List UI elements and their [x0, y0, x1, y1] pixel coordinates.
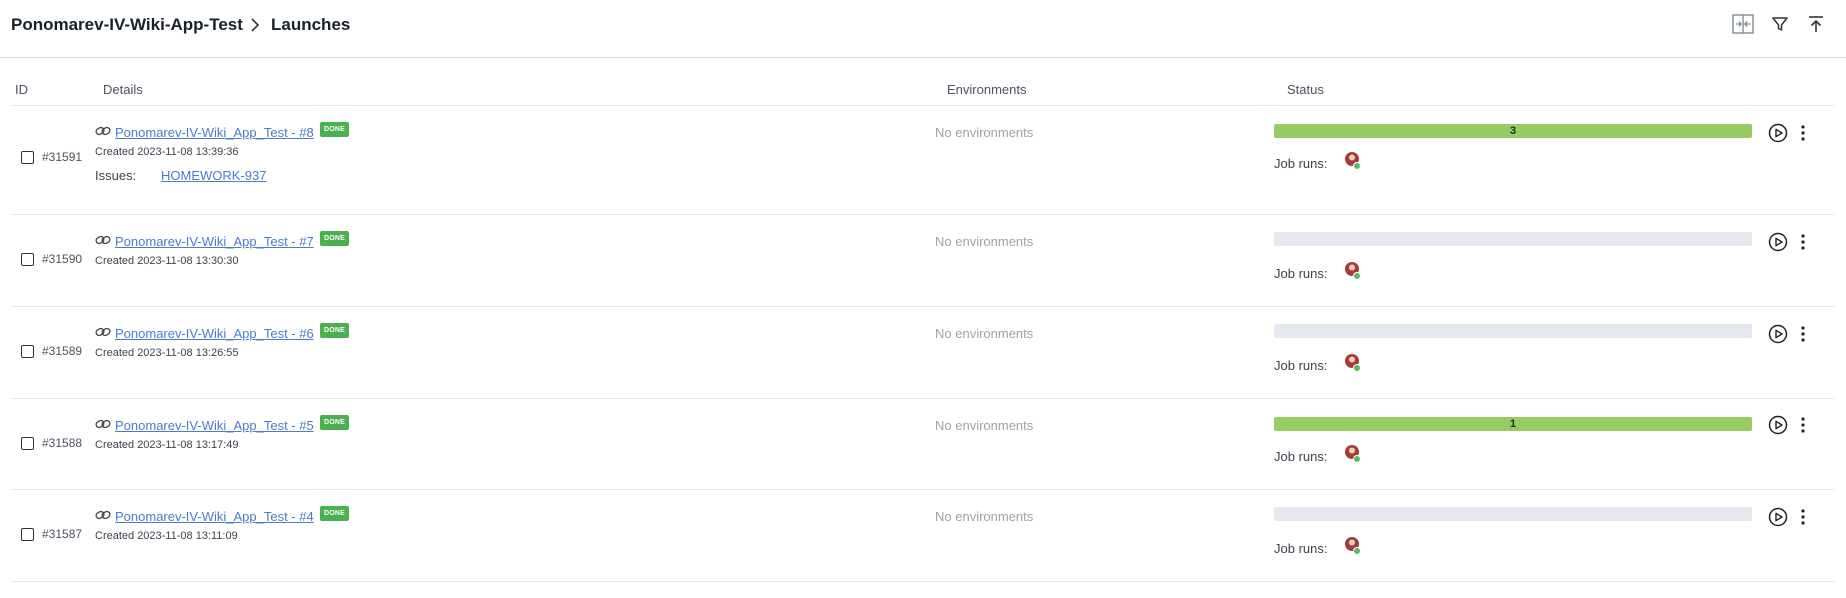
launch-id: #31590: [42, 252, 83, 266]
breadcrumb-project[interactable]: Ponomarev-IV-Wiki-App-Test: [11, 15, 243, 35]
link-icon: [95, 417, 111, 435]
launch-link[interactable]: Ponomarev-IV-Wiki_App_Test - #6: [115, 326, 314, 341]
status-badge: DONE: [320, 415, 350, 430]
more-options-icon[interactable]: [1798, 415, 1808, 435]
status-badge: DONE: [320, 323, 350, 338]
launch-id: #31591: [42, 150, 83, 164]
environments-value: No environments: [935, 125, 1034, 140]
launch-link[interactable]: Ponomarev-IV-Wiki_App_Test - #5: [115, 418, 314, 433]
progress-bar-fill: 3: [1274, 124, 1752, 138]
row-checkbox[interactable]: [21, 528, 34, 541]
progress-bar: [1274, 232, 1752, 246]
environments-value: No environments: [935, 326, 1034, 341]
created-timestamp: Created 2023-11-08 13:30:30: [95, 255, 239, 267]
launch-link[interactable]: Ponomarev-IV-Wiki_App_Test - #7: [115, 234, 314, 249]
job-run-avatar[interactable]: [1344, 444, 1362, 464]
table-row: #31591 Ponomarev-IV-Wiki_App_Test - #8 D…: [11, 106, 1835, 215]
column-header-details: Details: [103, 82, 143, 97]
launch-link[interactable]: Ponomarev-IV-Wiki_App_Test - #8: [115, 125, 314, 140]
job-runs-label: Job runs:: [1274, 358, 1328, 373]
filter-icon[interactable]: [1767, 11, 1793, 37]
created-timestamp: Created 2023-11-08 13:11:09: [95, 530, 238, 542]
status-badge: DONE: [320, 506, 350, 521]
launch-link[interactable]: Ponomarev-IV-Wiki_App_Test - #4: [115, 509, 314, 524]
more-options-icon[interactable]: [1798, 324, 1808, 344]
play-icon[interactable]: [1768, 415, 1788, 435]
created-timestamp: Created 2023-11-08 13:26:55: [95, 347, 239, 359]
table-row: #31589 Ponomarev-IV-Wiki_App_Test - #6 D…: [11, 307, 1835, 399]
breadcrumb-page: Launches: [271, 15, 351, 34]
row-checkbox[interactable]: [21, 437, 34, 450]
table-row: #31590 Ponomarev-IV-Wiki_App_Test - #7 D…: [11, 215, 1835, 307]
table-row: #31588 Ponomarev-IV-Wiki_App_Test - #5 D…: [11, 399, 1835, 490]
column-header-status: Status: [1287, 82, 1324, 97]
table-row: #31587 Ponomarev-IV-Wiki_App_Test - #4 D…: [11, 490, 1835, 582]
status-badge: DONE: [320, 122, 350, 137]
progress-bar: [1274, 507, 1752, 521]
row-checkbox[interactable]: [21, 151, 34, 164]
link-icon: [95, 325, 111, 343]
created-timestamp: Created 2023-11-08 13:39:36: [95, 146, 239, 158]
job-runs-label: Job runs:: [1274, 449, 1328, 464]
link-icon: [95, 124, 111, 142]
compare-icon[interactable]: [1730, 11, 1756, 37]
play-icon[interactable]: [1768, 232, 1788, 252]
row-checkbox[interactable]: [21, 253, 34, 266]
more-options-icon[interactable]: [1798, 507, 1808, 527]
job-run-avatar[interactable]: [1344, 536, 1362, 556]
job-run-avatar[interactable]: [1344, 353, 1362, 373]
scroll-to-top-icon[interactable]: [1803, 11, 1829, 37]
status-badge: DONE: [320, 231, 350, 246]
play-icon[interactable]: [1768, 123, 1788, 143]
job-run-avatar[interactable]: [1344, 151, 1362, 171]
more-options-icon[interactable]: [1798, 123, 1808, 143]
job-runs-label: Job runs:: [1274, 266, 1328, 281]
more-options-icon[interactable]: [1798, 232, 1808, 252]
column-header-environments: Environments: [947, 82, 1027, 97]
environments-value: No environments: [935, 509, 1034, 524]
chevron-right-icon: [249, 16, 261, 39]
created-timestamp: Created 2023-11-08 13:17:49: [95, 439, 239, 451]
issues-label: Issues:: [95, 168, 137, 183]
top-bar: Ponomarev-IV-Wiki-App-Test Launches: [0, 0, 1846, 58]
launch-id: #31588: [42, 436, 83, 450]
progress-bar-fill: 1: [1274, 417, 1752, 431]
job-runs-label: Job runs:: [1274, 156, 1328, 171]
row-checkbox[interactable]: [21, 345, 34, 358]
launch-id: #31589: [42, 344, 83, 358]
launch-id: #31587: [42, 527, 83, 541]
environments-value: No environments: [935, 234, 1034, 249]
progress-bar: 1: [1274, 417, 1752, 431]
environments-value: No environments: [935, 418, 1034, 433]
play-icon[interactable]: [1768, 324, 1788, 344]
link-icon: [95, 233, 111, 251]
progress-bar: [1274, 324, 1752, 338]
issue-link[interactable]: HOMEWORK-937: [161, 168, 266, 183]
job-run-avatar[interactable]: [1344, 261, 1362, 281]
column-header-id: ID: [15, 82, 28, 97]
play-icon[interactable]: [1768, 507, 1788, 527]
job-runs-label: Job runs:: [1274, 541, 1328, 556]
link-icon: [95, 508, 111, 526]
progress-bar: 3: [1274, 124, 1752, 138]
